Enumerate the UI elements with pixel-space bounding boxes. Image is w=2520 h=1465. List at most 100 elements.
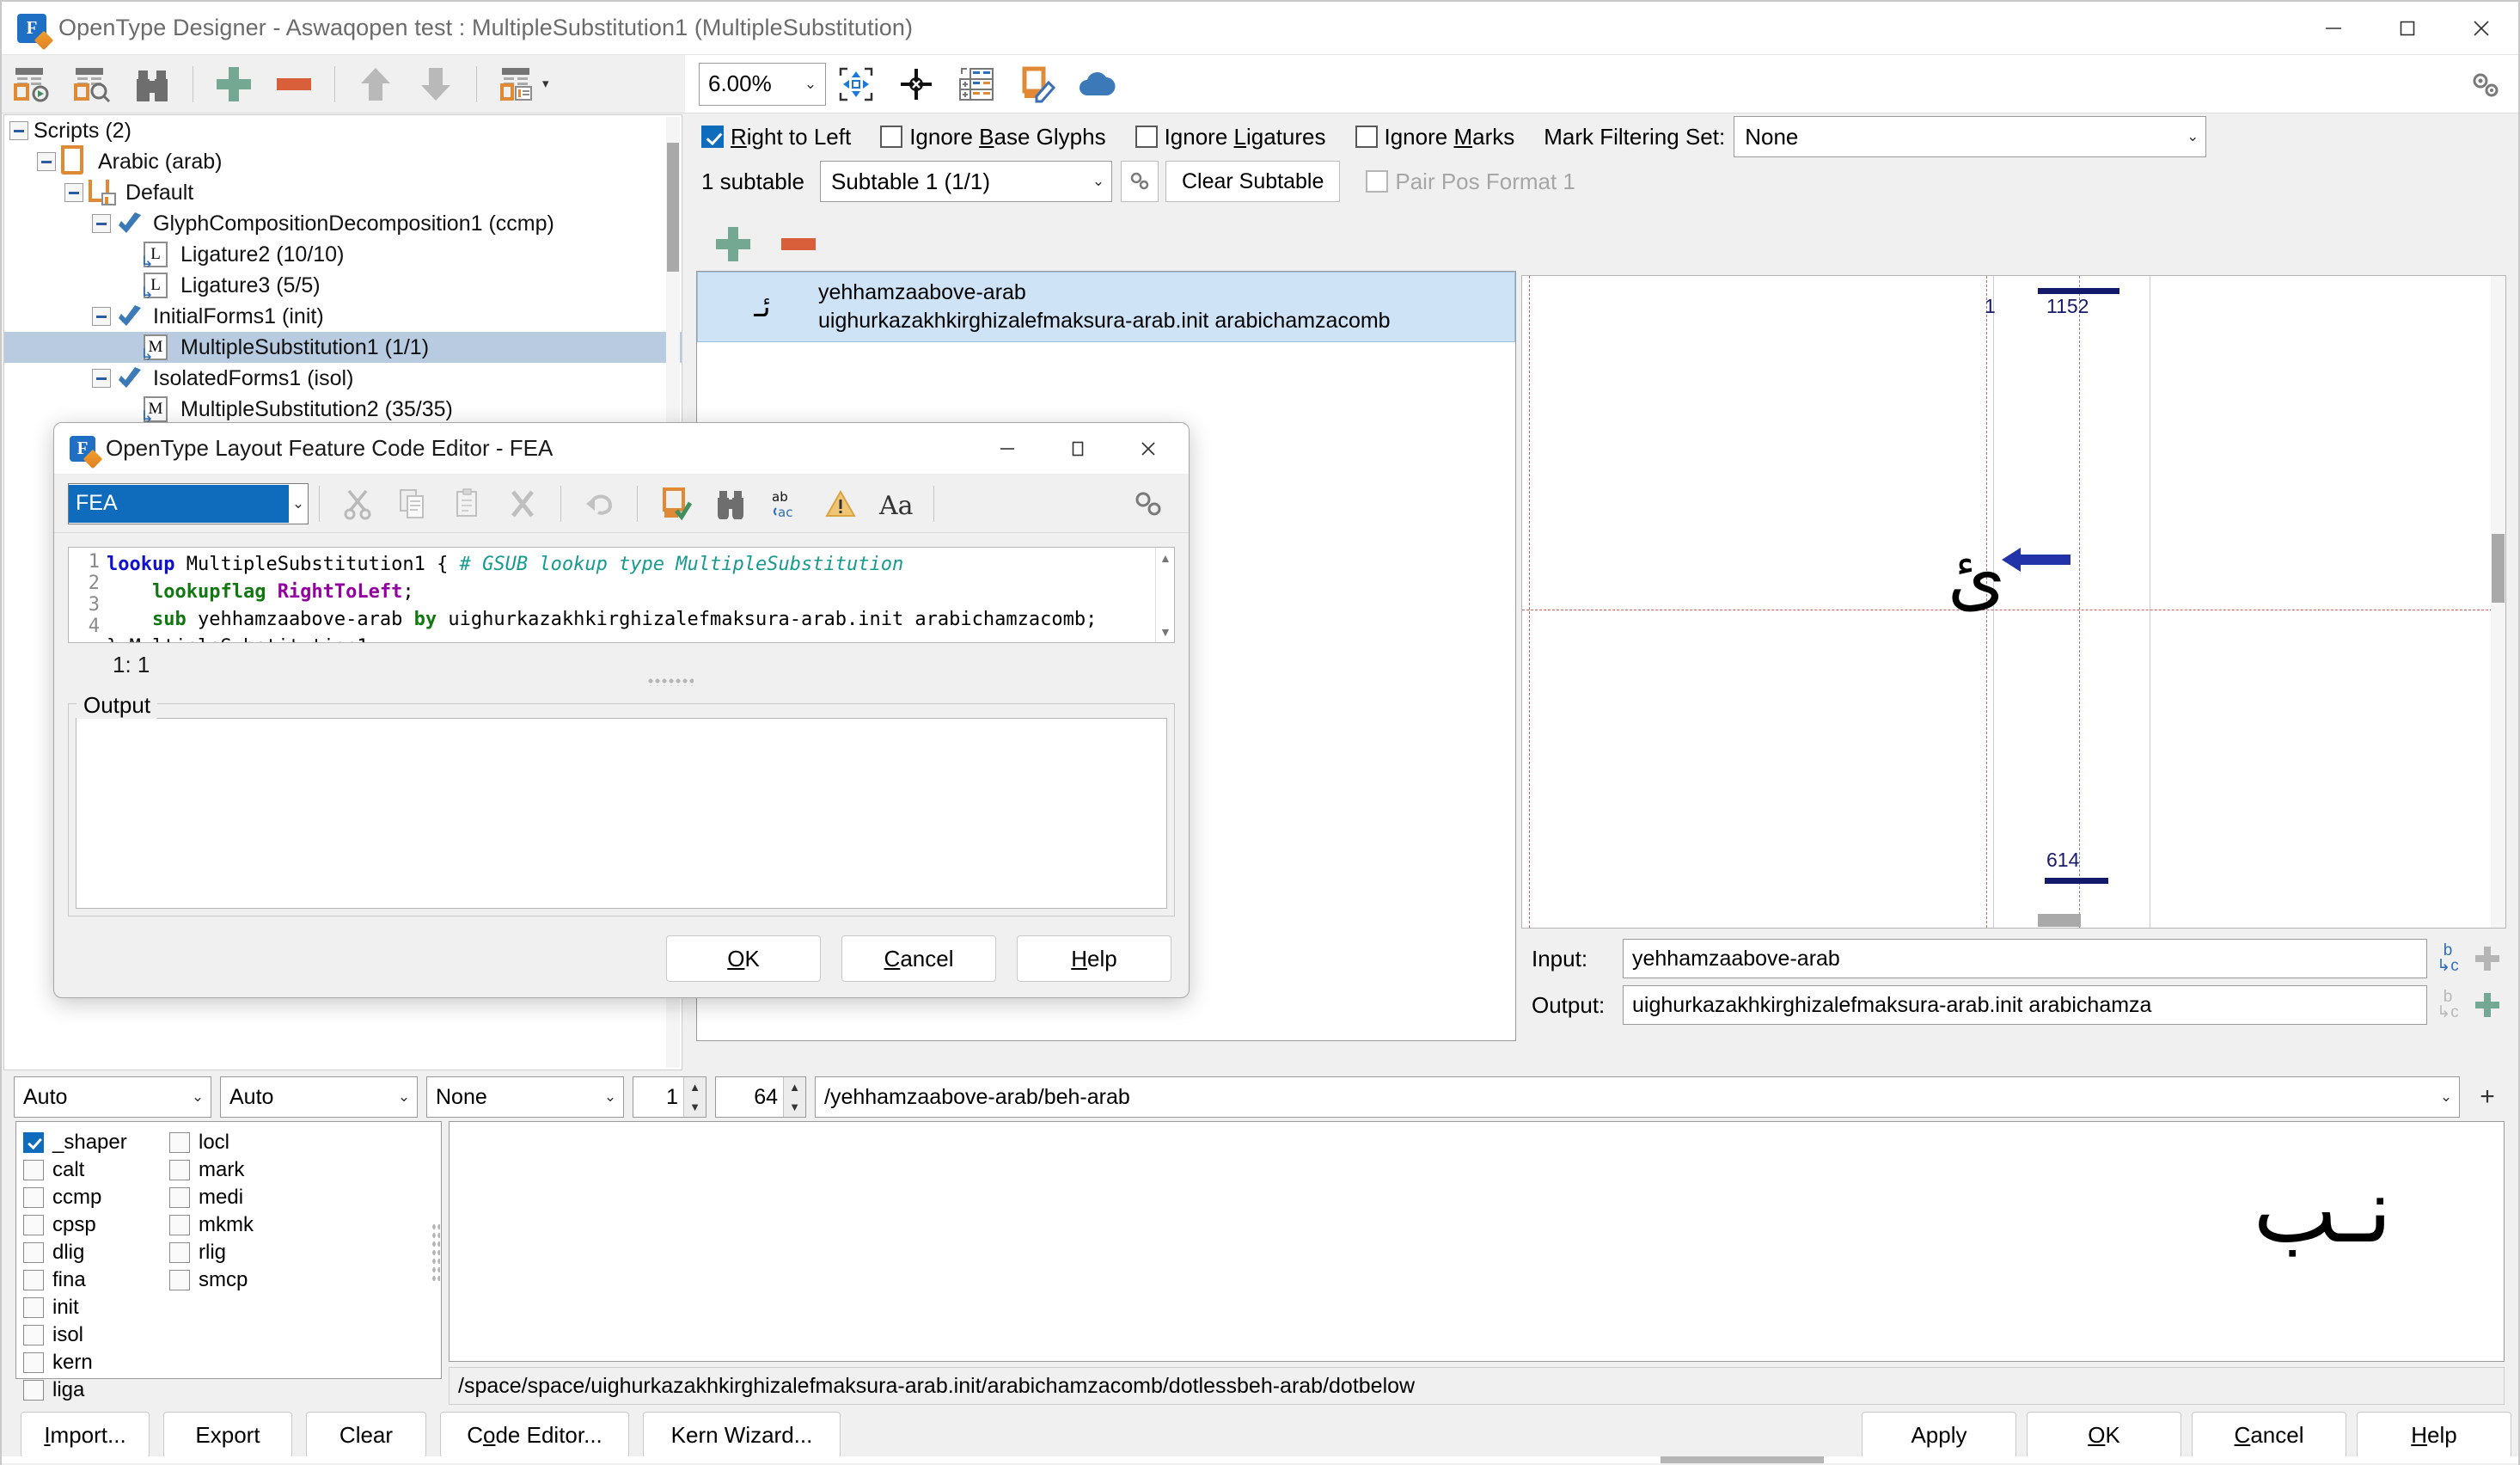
tree-item[interactable]: GlyphCompositionDecomposition1 (ccmp) <box>4 208 682 239</box>
script-search-icon[interactable] <box>65 61 119 107</box>
fea-cancel-button[interactable]: Cancel <box>841 935 996 982</box>
preview-horizontal-scrollbar[interactable] <box>1522 913 2505 928</box>
shaper-combo[interactable]: Auto ⌄ <box>14 1076 211 1118</box>
tree-scroll-thumb[interactable] <box>667 143 679 272</box>
feature-checkbox[interactable] <box>169 1215 190 1235</box>
tree-expander-icon[interactable] <box>92 307 111 326</box>
compile-icon[interactable] <box>651 481 700 527</box>
spinner-down-icon[interactable]: ▼ <box>684 1097 706 1117</box>
tree-item[interactable]: L Ligature3 (5/5) <box>4 270 682 303</box>
binoculars-icon[interactable] <box>125 61 179 107</box>
preview-hscroll-thumb[interactable] <box>2038 914 2081 927</box>
sample-text-combo[interactable]: /yehhamzaabove-arab/beh-arab ⌄ <box>815 1076 2460 1118</box>
replace-icon[interactable]: ab ac <box>761 481 810 527</box>
fea-format-combo[interactable]: FEA ⌄ <box>68 482 309 524</box>
feature-checkbox[interactable] <box>23 1187 44 1208</box>
instance-spinner[interactable]: 1 ▲ ▼ <box>633 1076 706 1118</box>
gear-icon[interactable] <box>1122 481 1172 527</box>
feature-row[interactable]: mark <box>169 1156 315 1184</box>
feature-row[interactable]: dlig <box>23 1239 169 1266</box>
move-up-icon[interactable] <box>349 61 402 107</box>
export-button[interactable]: Export <box>163 1412 292 1458</box>
tree-expander-icon[interactable] <box>64 183 83 202</box>
feature-row[interactable]: smcp <box>169 1266 315 1294</box>
tree-item[interactable]: M MultipleSubstitution2 (35/35) <box>4 394 682 427</box>
ignore-ligatures-checkbox[interactable] <box>1135 126 1158 148</box>
undo-icon[interactable] <box>574 481 624 527</box>
feature-checkbox[interactable] <box>23 1297 44 1318</box>
feature-checkbox[interactable] <box>23 1242 44 1263</box>
tree-expander-icon[interactable] <box>92 214 111 233</box>
subtable-combo[interactable]: Subtable 1 (1/1) ⌄ <box>819 161 1112 202</box>
mark-filtering-set-combo[interactable]: None ⌄ <box>1734 116 2207 157</box>
feature-row[interactable]: init <box>23 1294 169 1321</box>
output-text-area[interactable] <box>76 718 1167 909</box>
features-resize-grip[interactable] <box>431 1223 440 1283</box>
tree-item[interactable]: L Ligature2 (10/10) <box>4 239 682 273</box>
feature-row[interactable]: mkmk <box>169 1211 315 1239</box>
feature-row[interactable]: locl <box>169 1129 315 1156</box>
spinner-up-icon[interactable]: ▲ <box>684 1077 706 1097</box>
scroll-down-icon[interactable]: ▼ <box>1159 625 1171 639</box>
features-checklist[interactable]: _shaper calt ccmp cpsp dlig fina init isol kern l… <box>15 1121 442 1401</box>
add-icon[interactable] <box>207 61 260 107</box>
right-to-left-checkbox[interactable] <box>701 126 724 148</box>
feature-row[interactable]: rlig <box>169 1239 315 1266</box>
tree-item[interactable]: Arabic (arab) <box>4 145 682 177</box>
ok-button[interactable]: OK <box>2027 1412 2181 1458</box>
script-run-icon[interactable] <box>5 61 58 107</box>
fea-close-button[interactable] <box>1113 423 1184 475</box>
spinner-buttons[interactable]: ▲ ▼ <box>683 1077 706 1117</box>
clear-button[interactable]: Clear <box>306 1412 426 1458</box>
feature-checkbox[interactable] <box>23 1325 44 1345</box>
tree-item[interactable]: InitialForms1 (init) <box>4 301 682 332</box>
apply-button[interactable]: Apply <box>1862 1412 2016 1458</box>
spinner-down-icon[interactable]: ▼ <box>784 1097 805 1117</box>
feature-checkbox[interactable] <box>169 1242 190 1263</box>
zoom-level-combo[interactable]: 6.00% ⌄ <box>699 62 826 106</box>
feature-checkbox[interactable] <box>23 1132 44 1153</box>
fea-help-button[interactable]: Help <box>1017 935 1171 982</box>
feature-checkbox[interactable] <box>23 1380 44 1401</box>
spinner-up-icon[interactable]: ▲ <box>784 1077 805 1097</box>
subtable-settings-gear-icon[interactable] <box>1120 161 1159 202</box>
remove-icon[interactable] <box>267 61 321 107</box>
binoculars-icon[interactable] <box>706 481 755 527</box>
size-spinner[interactable]: 64 ▲ ▼ <box>715 1076 806 1118</box>
tree-expander-icon[interactable] <box>92 369 111 388</box>
ignore-base-glyphs-checkbox[interactable] <box>880 126 903 148</box>
delete-icon[interactable] <box>498 481 547 527</box>
table-expand-icon[interactable] <box>950 61 1003 107</box>
preview-scroll-thumb[interactable] <box>2492 534 2505 603</box>
input-add-button[interactable] <box>2468 947 2506 971</box>
feature-row[interactable]: medi <box>169 1184 315 1211</box>
move-down-icon[interactable] <box>409 61 462 107</box>
feature-row[interactable]: fina <box>23 1266 169 1294</box>
glyph-preview-canvas[interactable]: 1152 1 614 ئ <box>1521 275 2506 929</box>
add-icon[interactable] <box>706 221 760 267</box>
preview-vertical-scrollbar[interactable] <box>2491 276 2505 928</box>
fea-minimize-button[interactable] <box>972 423 1043 475</box>
add-sample-text-button[interactable]: + <box>2468 1076 2506 1118</box>
feature-row[interactable]: liga <box>23 1376 169 1404</box>
feature-checkbox[interactable] <box>23 1215 44 1235</box>
glyph-browse-icon[interactable]: b ↳c <box>2427 942 2468 974</box>
substitution-row[interactable]: ئـ yehhamzaabove-arab uighurkazakhkirghi… <box>697 272 1515 342</box>
tree-item[interactable]: IsolatedForms1 (isol) <box>4 363 682 394</box>
direction-combo[interactable]: None ⌄ <box>426 1076 624 1118</box>
clear-subtable-button[interactable]: Clear Subtable <box>1165 161 1341 202</box>
feature-checkbox[interactable] <box>169 1132 190 1153</box>
gear-icon[interactable] <box>2468 69 2501 107</box>
edit-glyph-icon[interactable] <box>1010 61 1063 107</box>
feature-row[interactable]: _shaper <box>23 1129 169 1156</box>
chevron-down-icon[interactable]: ▾ <box>542 77 554 90</box>
fea-maximize-button[interactable] <box>1043 423 1113 475</box>
tree-expander-icon[interactable] <box>37 152 56 171</box>
cancel-button[interactable]: Cancel <box>2192 1412 2346 1458</box>
paste-icon[interactable] <box>443 481 492 527</box>
feature-checkbox[interactable] <box>23 1270 44 1290</box>
minimize-button[interactable] <box>2297 2 2370 55</box>
tree-item[interactable]: Default <box>4 177 682 208</box>
feature-checkbox[interactable] <box>169 1187 190 1208</box>
feature-row[interactable]: kern <box>23 1349 169 1376</box>
